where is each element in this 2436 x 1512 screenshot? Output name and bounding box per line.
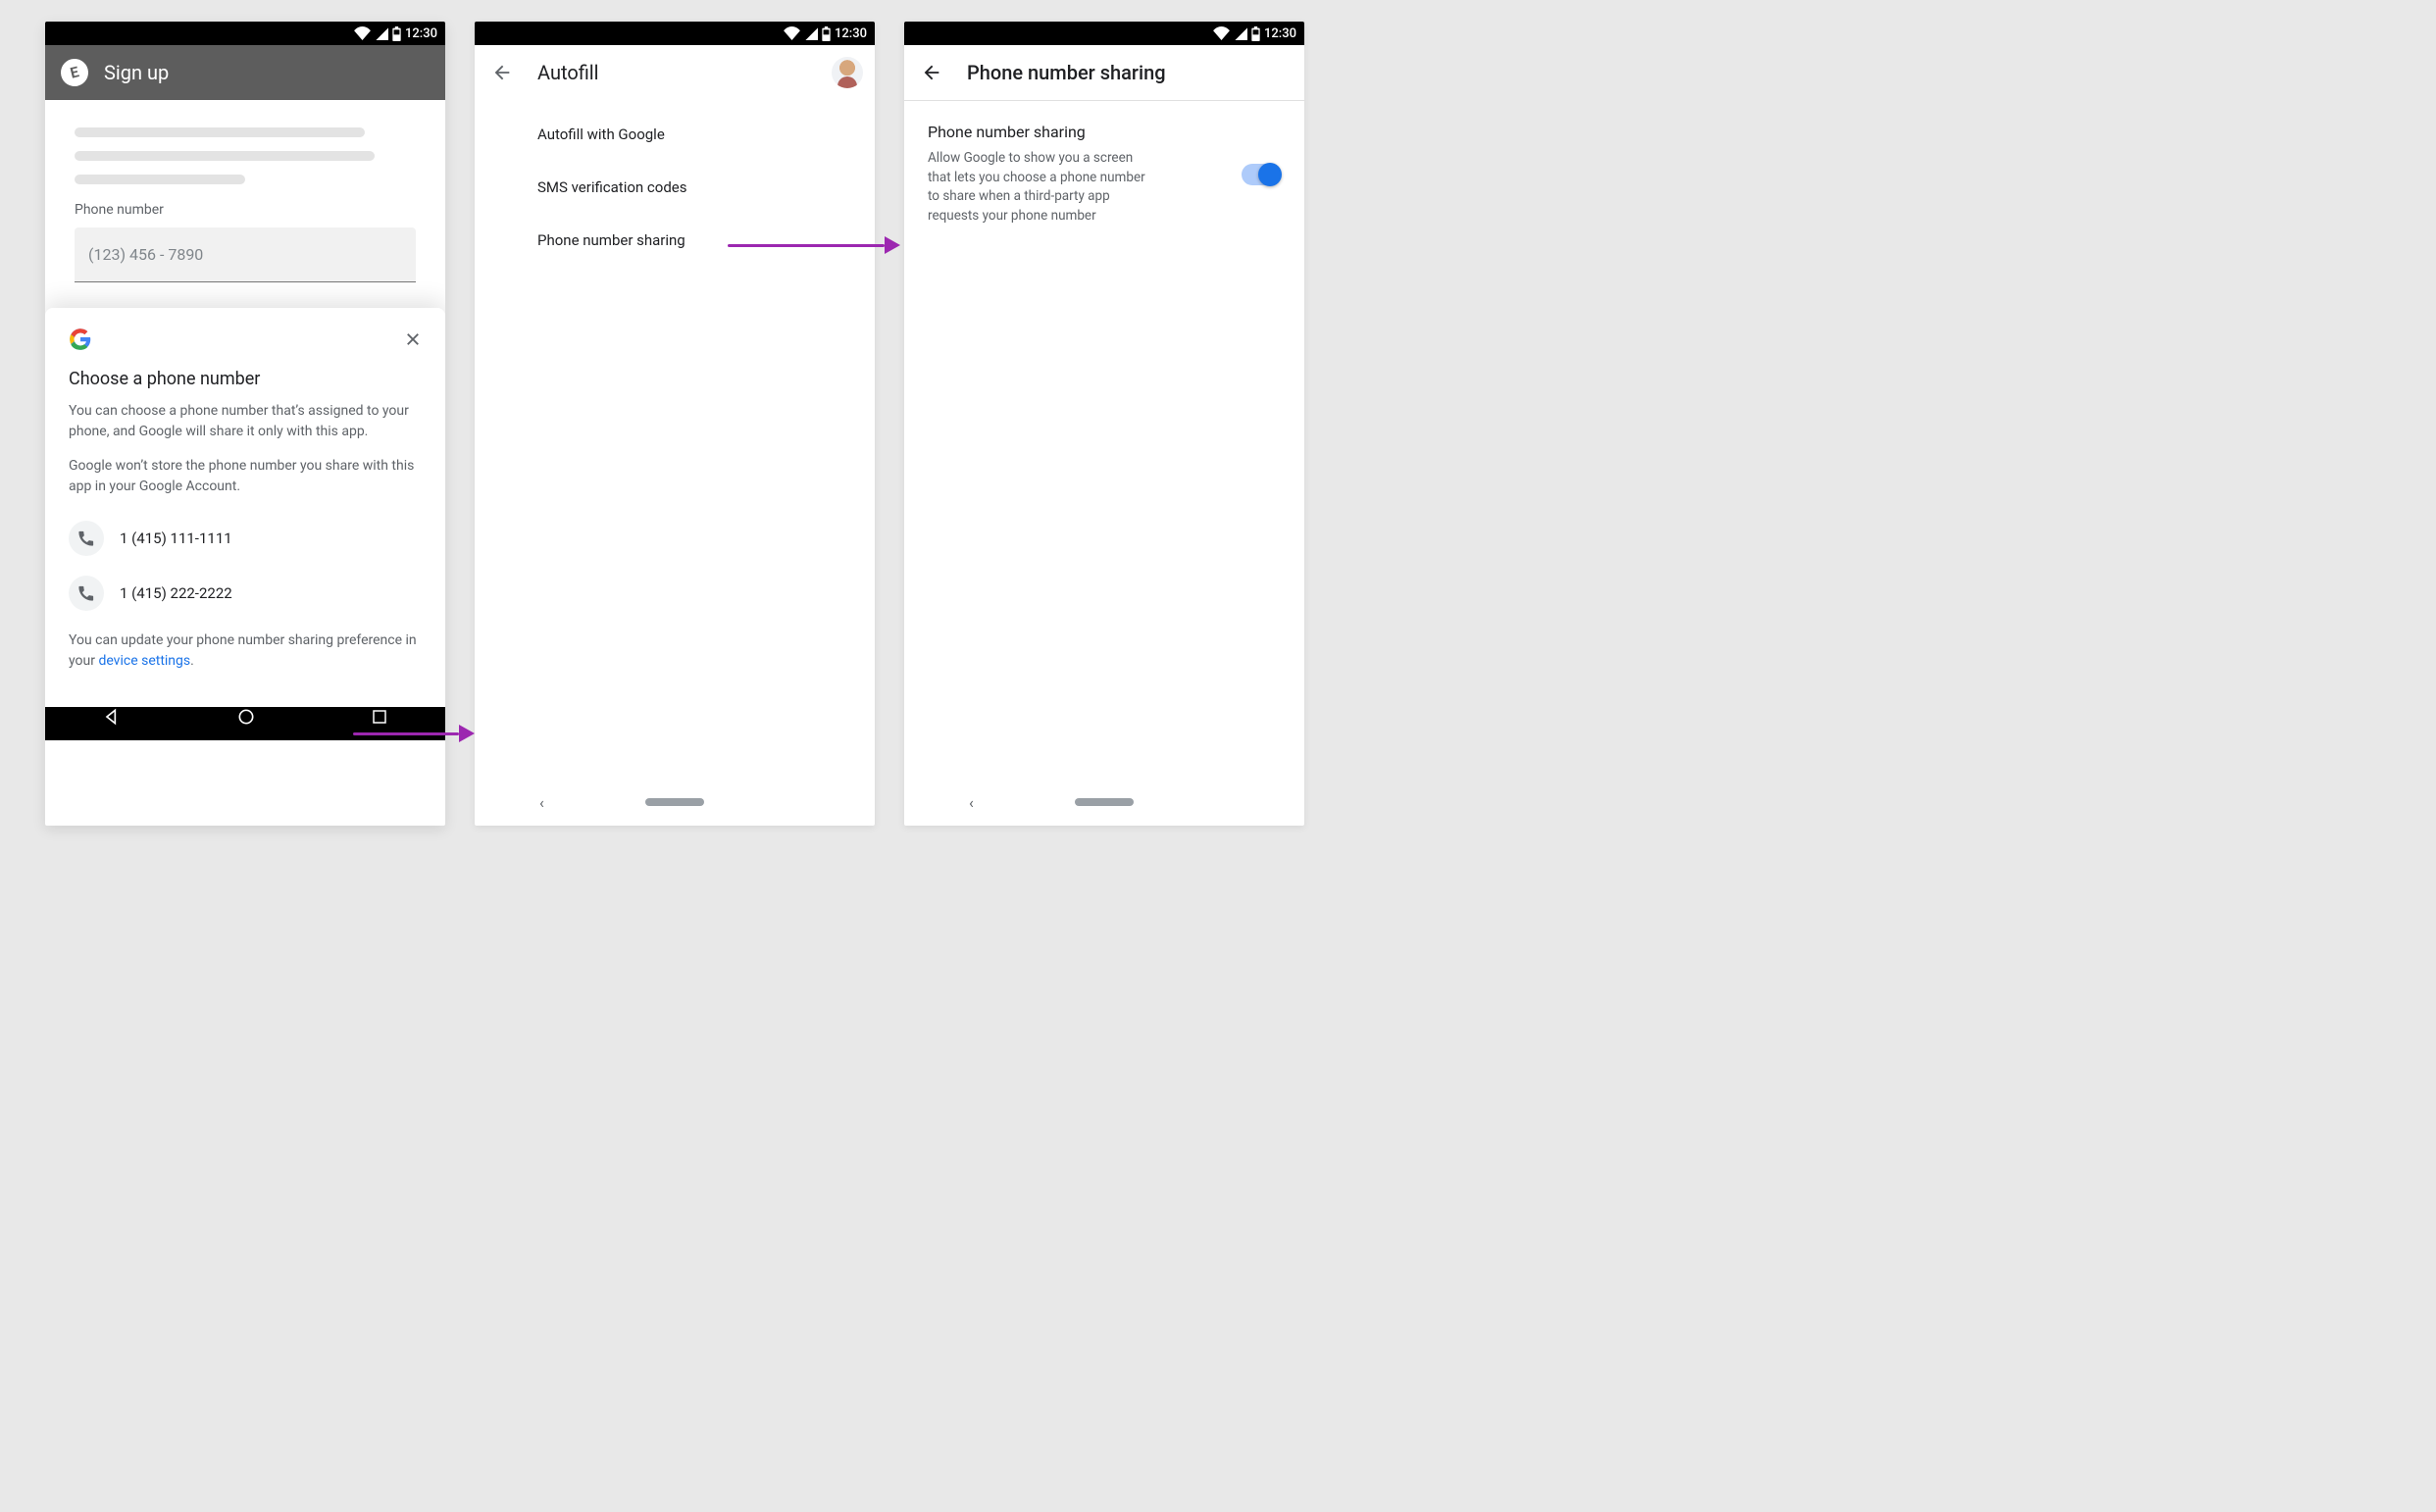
phone-icon bbox=[69, 521, 104, 556]
cell-signal-icon bbox=[1234, 26, 1247, 40]
preference-description: Allow Google to show you a screen that l… bbox=[928, 149, 1153, 226]
phone-option-number: 1 (415) 222-2222 bbox=[120, 584, 232, 602]
nav-back-chevron-icon[interactable]: ‹ bbox=[969, 793, 974, 812]
arrow-back-icon bbox=[921, 62, 942, 83]
phone-sharing-preference[interactable]: Phone number sharing Allow Google to sho… bbox=[904, 101, 1304, 247]
app-bar: E Sign up bbox=[45, 45, 445, 100]
sheet-footer-text: . bbox=[190, 653, 194, 669]
back-button[interactable] bbox=[920, 61, 943, 84]
status-time: 12:30 bbox=[835, 26, 867, 41]
phone-hint-bottom-sheet: Choose a phone number You can choose a p… bbox=[45, 308, 445, 707]
battery-icon bbox=[822, 26, 831, 41]
phone-option-number: 1 (415) 111-1111 bbox=[120, 529, 232, 547]
phone-icon bbox=[69, 576, 104, 611]
placeholder-line bbox=[75, 127, 365, 137]
device-settings-link[interactable]: device settings bbox=[98, 653, 190, 669]
status-time: 12:30 bbox=[405, 26, 437, 41]
nav-home-icon[interactable] bbox=[236, 707, 256, 727]
nav-recents-icon[interactable] bbox=[371, 708, 388, 726]
phone-field-label: Phone number bbox=[75, 202, 416, 218]
cell-signal-icon bbox=[375, 26, 388, 40]
close-icon[interactable] bbox=[404, 330, 422, 348]
app-bar: Phone number sharing bbox=[904, 45, 1304, 100]
back-button[interactable] bbox=[490, 61, 514, 84]
settings-item-autofill-google[interactable]: Autofill with Google bbox=[475, 108, 875, 161]
gesture-pill[interactable] bbox=[645, 798, 704, 806]
sheet-body-1: You can choose a phone number that’s ass… bbox=[69, 401, 422, 442]
app-bar: Autofill bbox=[475, 45, 875, 100]
battery-icon bbox=[1251, 26, 1260, 41]
page-title: Autofill bbox=[537, 61, 599, 84]
sheet-footer: You can update your phone number sharing… bbox=[69, 630, 422, 672]
sheet-body-2: Google won’t store the phone number you … bbox=[69, 456, 422, 497]
preference-title: Phone number sharing bbox=[928, 123, 1224, 141]
signup-form: Phone number (123) 456 - 7890 bbox=[45, 100, 445, 294]
phone-input[interactable]: (123) 456 - 7890 bbox=[75, 227, 416, 282]
phone-sharing-toggle[interactable] bbox=[1242, 164, 1281, 185]
battery-icon bbox=[392, 26, 401, 41]
phone-screen-autofill: 12:30 Autofill Autofill with Google SMS … bbox=[475, 22, 875, 826]
google-logo-icon bbox=[69, 328, 92, 351]
phone-option[interactable]: 1 (415) 222-2222 bbox=[69, 566, 422, 621]
app-logo-icon: E bbox=[58, 56, 91, 89]
nav-back-icon[interactable] bbox=[102, 707, 122, 727]
arrow-back-icon bbox=[491, 62, 513, 83]
cell-signal-icon bbox=[804, 26, 818, 40]
profile-avatar[interactable] bbox=[832, 57, 863, 88]
autofill-settings-list: Autofill with Google SMS verification co… bbox=[475, 100, 875, 267]
wifi-icon bbox=[784, 26, 800, 40]
app-title: Sign up bbox=[104, 61, 169, 84]
gesture-pill[interactable] bbox=[1075, 798, 1134, 806]
page-title: Phone number sharing bbox=[967, 61, 1166, 84]
placeholder-line bbox=[75, 175, 245, 184]
status-bar: 12:30 bbox=[475, 22, 875, 45]
settings-item-sms-codes[interactable]: SMS verification codes bbox=[475, 161, 875, 214]
phone-option[interactable]: 1 (415) 111-1111 bbox=[69, 511, 422, 566]
sheet-title: Choose a phone number bbox=[69, 369, 422, 389]
wifi-icon bbox=[354, 26, 371, 40]
gesture-nav-bar: ‹ bbox=[904, 779, 1304, 826]
status-bar: 12:30 bbox=[45, 22, 445, 45]
nav-back-chevron-icon[interactable]: ‹ bbox=[539, 793, 544, 812]
wifi-icon bbox=[1213, 26, 1230, 40]
phone-screen-signup: 12:30 E Sign up Phone number (123) 456 -… bbox=[45, 22, 445, 826]
placeholder-line bbox=[75, 151, 375, 161]
phone-screen-phone-sharing: 12:30 Phone number sharing Phone number … bbox=[904, 22, 1304, 826]
gesture-nav-bar: ‹ bbox=[475, 779, 875, 826]
settings-item-phone-sharing[interactable]: Phone number sharing bbox=[475, 214, 875, 267]
status-bar: 12:30 bbox=[904, 22, 1304, 45]
status-time: 12:30 bbox=[1264, 26, 1296, 41]
